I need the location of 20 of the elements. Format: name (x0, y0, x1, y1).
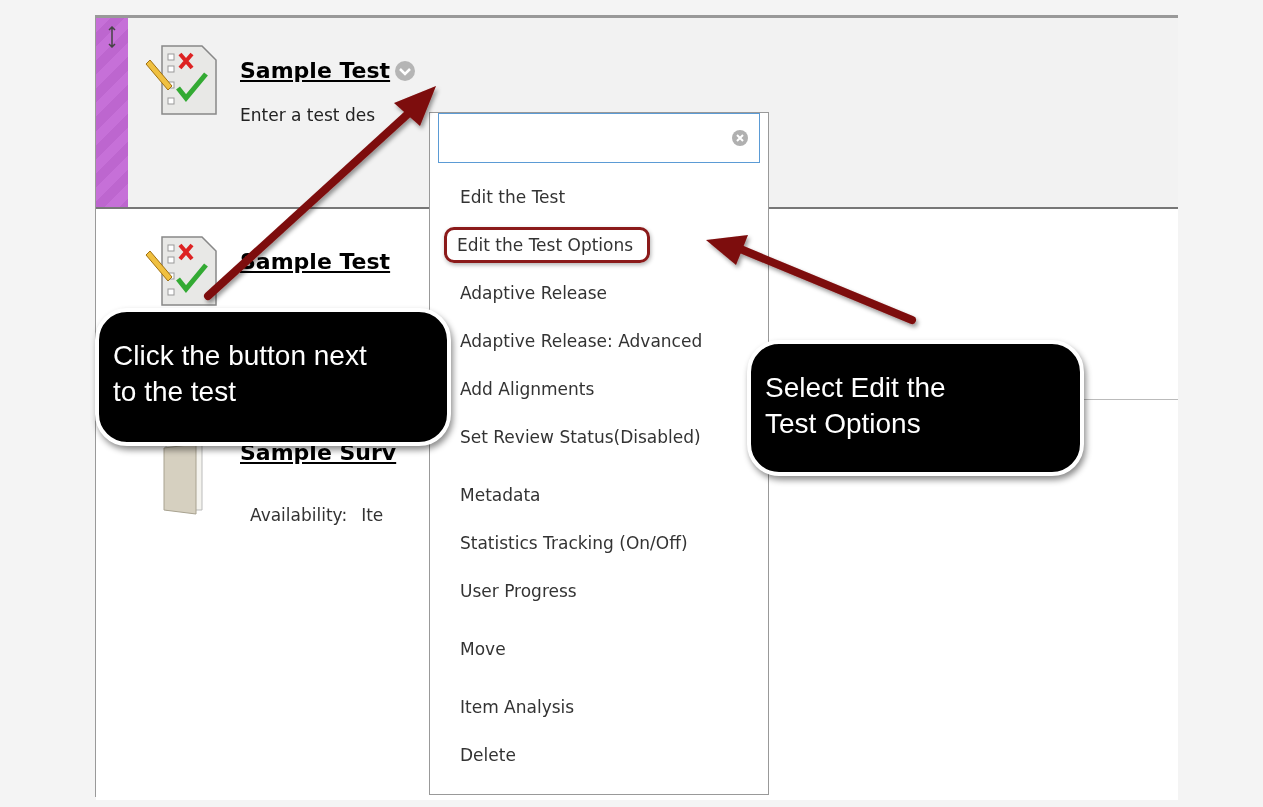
menu-item[interactable]: User Progress (460, 581, 577, 601)
menu-item[interactable]: Item Analysis (460, 697, 575, 717)
menu-item[interactable]: Adaptive Release (460, 283, 608, 303)
availability-label: Availability: (250, 505, 348, 525)
dropdown-chevron-icon[interactable] (394, 59, 417, 82)
menu-item[interactable]: Edit the Test (460, 187, 566, 207)
menu-item[interactable]: Adaptive Release: Advanced (460, 331, 703, 351)
menu-item[interactable]: Add Alignments (460, 379, 595, 399)
menu-item[interactable]: Set Review Status(Disabled) (460, 427, 701, 447)
menu-item[interactable]: Statistics Tracking (On/Off) (460, 533, 688, 553)
availability-value: Ite (361, 505, 384, 525)
menu-item[interactable]: Move (460, 639, 506, 659)
clear-icon[interactable] (731, 129, 749, 147)
menu-item[interactable]: Metadata (460, 485, 541, 505)
drag-handle-icon[interactable] (108, 26, 116, 48)
menu-item[interactable]: Edit the Test Options (444, 227, 651, 263)
item-title-link[interactable]: Sample Test (240, 58, 391, 83)
item-description: Enter a test des (240, 105, 376, 125)
menu-search-field[interactable] (438, 113, 760, 163)
menu-item[interactable]: Delete (460, 745, 516, 765)
